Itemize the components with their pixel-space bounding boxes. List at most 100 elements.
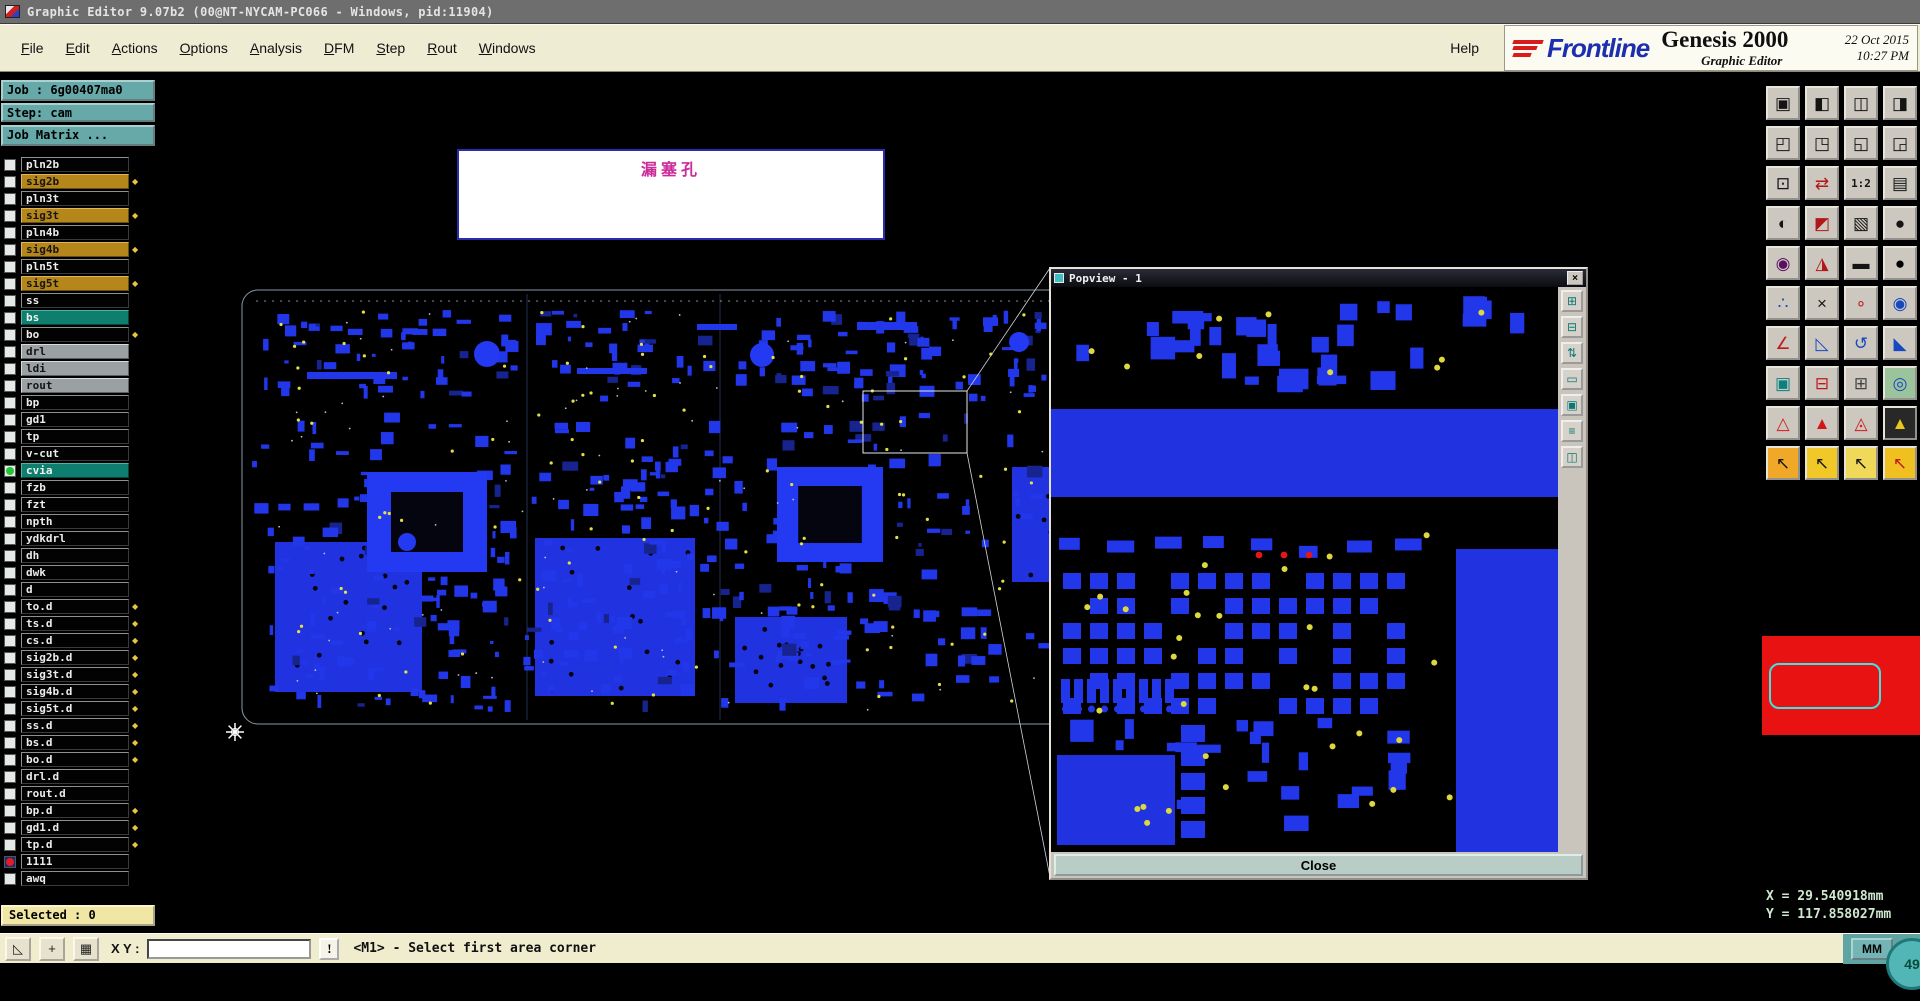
layer-checkbox-sig4b.d[interactable] <box>4 685 16 698</box>
snap-grid-button[interactable]: ▦ <box>73 936 99 961</box>
layer-button-rout.d[interactable]: rout.d <box>21 786 129 801</box>
layer-button-drl.d[interactable]: drl.d <box>21 769 129 784</box>
view-split-right-button[interactable]: ◨ <box>1883 86 1917 120</box>
text-a-button[interactable]: △ <box>1766 406 1800 440</box>
layer-button-sig3t.d[interactable]: sig3t.d <box>21 667 129 682</box>
layer-button-sig4b[interactable]: sig4b <box>21 242 129 257</box>
layer-button-to.d[interactable]: to.d <box>21 599 129 614</box>
layer-button-sig2b[interactable]: sig2b <box>21 174 129 189</box>
pad-dot-button[interactable]: ◉ <box>1883 286 1917 320</box>
layer-checkbox-bo[interactable] <box>4 328 16 341</box>
window-titlebar[interactable]: Graphic Editor 9.07b2 (00@NT-NYCAM-PC066… <box>0 0 1920 24</box>
layer-checkbox-gd1[interactable] <box>4 413 16 426</box>
layer-button-bp[interactable]: bp <box>21 395 129 410</box>
cone-flag-button[interactable]: ◮ <box>1805 246 1839 280</box>
layer-button-npth[interactable]: npth <box>21 514 129 529</box>
layer-checkbox-sig4b[interactable] <box>4 243 16 256</box>
popview-pan-button[interactable]: ⇅ <box>1561 342 1583 364</box>
layer-button-ss[interactable]: ss <box>21 293 129 308</box>
popview-frame-button[interactable]: ▣ <box>1561 394 1583 416</box>
popview-zoom-out-button[interactable]: ⊟ <box>1561 316 1583 338</box>
scatter-points-button[interactable]: ∴ <box>1766 286 1800 320</box>
menu-actions[interactable]: Actions <box>101 36 169 60</box>
zoom-box-button[interactable]: ⊡ <box>1766 166 1800 200</box>
menu-dfm[interactable]: DFM <box>313 36 365 60</box>
popview-zoom-in-button[interactable]: ⊞ <box>1561 290 1583 312</box>
layer-button-pln4b[interactable]: pln4b <box>21 225 129 240</box>
layer-button-rout[interactable]: rout <box>21 378 129 393</box>
layer-checkbox-cs.d[interactable] <box>4 634 16 647</box>
cursor-mark-button[interactable]: ↖ <box>1883 446 1917 480</box>
layer-checkbox-ss.d[interactable] <box>4 719 16 732</box>
layer-button-pln5t[interactable]: pln5t <box>21 259 129 274</box>
step-button[interactable]: Step: cam <box>1 103 155 122</box>
layer-button-fzt[interactable]: fzt <box>21 497 129 512</box>
layer-checkbox-tp.d[interactable] <box>4 838 16 851</box>
filled-circle-button[interactable]: ● <box>1883 206 1917 240</box>
layer-button-tp.d[interactable]: tp.d <box>21 837 129 852</box>
popview-titlebar[interactable]: Popview - 1 × <box>1051 269 1586 287</box>
layer-button-bs[interactable]: bs <box>21 310 129 325</box>
layer-checkbox-pln4b[interactable] <box>4 226 16 239</box>
menu-edit[interactable]: Edit <box>55 36 101 60</box>
hatch-frame-button[interactable]: ▧ <box>1844 206 1878 240</box>
layer-button-pln2b[interactable]: pln2b <box>21 157 129 172</box>
layer-checkbox-ts.d[interactable] <box>4 617 16 630</box>
big-dot-button[interactable]: ● <box>1883 246 1917 280</box>
menu-file[interactable]: File <box>10 36 55 60</box>
xy-input[interactable] <box>147 938 312 959</box>
layer-checkbox-v-cut[interactable] <box>4 447 16 460</box>
layer-button-bs.d[interactable]: bs.d <box>21 735 129 750</box>
alert-button[interactable]: ! <box>319 937 340 960</box>
zoom-1-2-button[interactable]: 1:2 <box>1844 166 1878 200</box>
layer-button-d[interactable]: d <box>21 582 129 597</box>
layer-stack-button[interactable]: ▤ <box>1883 166 1917 200</box>
layer-checkbox-1111[interactable] <box>4 855 16 868</box>
layer-button-bo[interactable]: bo <box>21 327 129 342</box>
layer-button-awq[interactable]: awq <box>21 871 129 886</box>
layer-checkbox-dh[interactable] <box>4 549 16 562</box>
layer-checkbox-tp[interactable] <box>4 430 16 443</box>
layer-button-sig5t[interactable]: sig5t <box>21 276 129 291</box>
layer-checkbox-sig2b[interactable] <box>4 175 16 188</box>
view-split-left-button[interactable]: ◧ <box>1805 86 1839 120</box>
zoom-swap-button[interactable]: ⇄ <box>1805 166 1839 200</box>
layer-checkbox-gd1.d[interactable] <box>4 821 16 834</box>
frame-target-button[interactable]: ▣ <box>1766 366 1800 400</box>
layer-button-sig4b.d[interactable]: sig4b.d <box>21 684 129 699</box>
pan-up-left-button[interactable]: ◰ <box>1766 126 1800 160</box>
cursor-pick-button[interactable]: ↖ <box>1805 446 1839 480</box>
layer-button-gd1.d[interactable]: gd1.d <box>21 820 129 835</box>
layer-button-bo.d[interactable]: bo.d <box>21 752 129 767</box>
layer-checkbox-ydkdrl[interactable] <box>4 532 16 545</box>
view-split-button[interactable]: ◫ <box>1844 86 1878 120</box>
layer-button-sig5t.d[interactable]: sig5t.d <box>21 701 129 716</box>
cursor-box-button[interactable]: ↖ <box>1844 446 1878 480</box>
ring-target-button[interactable]: ◎ <box>1883 366 1917 400</box>
layer-button-cvia[interactable]: cvia <box>21 463 129 478</box>
menu-analysis[interactable]: Analysis <box>239 36 313 60</box>
layer-button-pln3t[interactable]: pln3t <box>21 191 129 206</box>
layer-button-ts.d[interactable]: ts.d <box>21 616 129 631</box>
corner-tri-button[interactable]: ◣ <box>1883 326 1917 360</box>
text-a-slant-button[interactable]: ▲ <box>1805 406 1839 440</box>
plus-grid-button[interactable]: ⊞ <box>1844 366 1878 400</box>
menu-step[interactable]: Step <box>365 36 416 60</box>
layer-checkbox-drl[interactable] <box>4 345 16 358</box>
view-screen-button[interactable]: ▣ <box>1766 86 1800 120</box>
layer-checkbox-sig3t.d[interactable] <box>4 668 16 681</box>
layer-checkbox-d[interactable] <box>4 583 16 596</box>
popview-fit-button[interactable]: ▭ <box>1561 368 1583 390</box>
popview-sync-button[interactable]: ◫ <box>1561 446 1583 468</box>
layer-checkbox-ldi[interactable] <box>4 362 16 375</box>
layer-checkbox-sig5t.d[interactable] <box>4 702 16 715</box>
layer-checkbox-sig2b.d[interactable] <box>4 651 16 664</box>
menu-rout[interactable]: Rout <box>416 36 468 60</box>
layer-checkbox-sig3t[interactable] <box>4 209 16 222</box>
pan-down-left-button[interactable]: ◱ <box>1844 126 1878 160</box>
layer-checkbox-bp[interactable] <box>4 396 16 409</box>
pan-down-right-button[interactable]: ◲ <box>1883 126 1917 160</box>
rotate-ccw-button[interactable]: ↺ <box>1844 326 1878 360</box>
layer-checkbox-fzt[interactable] <box>4 498 16 511</box>
menu-options[interactable]: Options <box>169 36 239 60</box>
